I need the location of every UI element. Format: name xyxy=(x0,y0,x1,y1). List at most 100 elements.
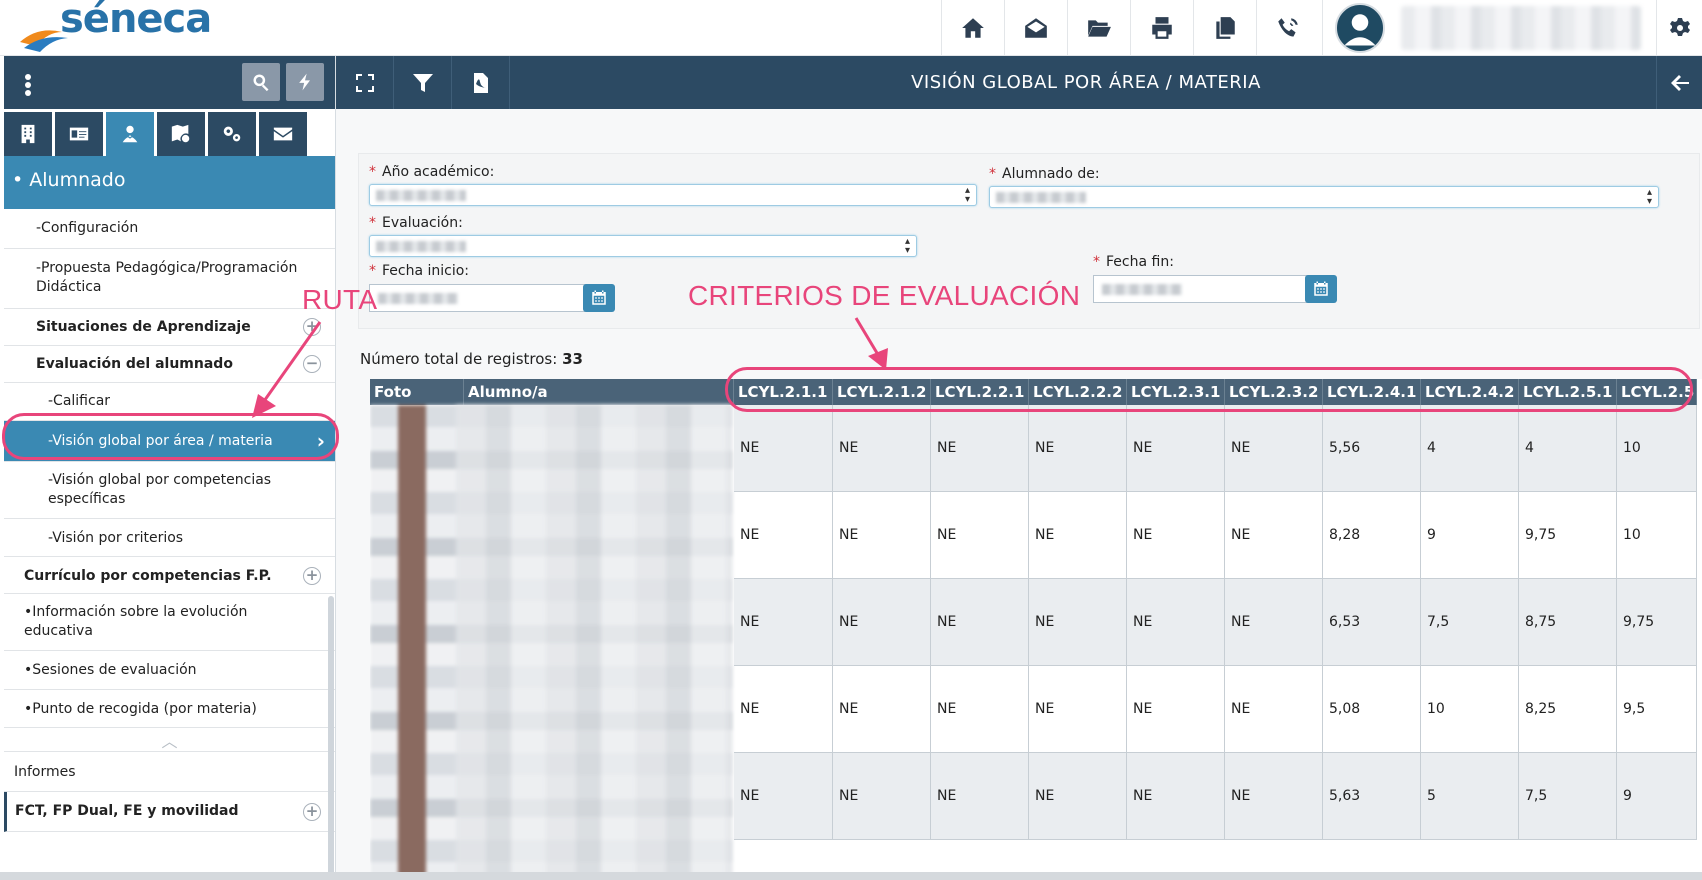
sidebar-item-vision-competencias[interactable]: -Visión global por competencias específi… xyxy=(4,462,335,519)
column-header[interactable]: Alumno/a xyxy=(464,379,734,405)
id-card-icon xyxy=(69,127,89,141)
tab-alumnado[interactable] xyxy=(106,112,154,156)
expand-plus-icon[interactable]: + xyxy=(303,318,321,336)
documents-button[interactable] xyxy=(1067,0,1130,56)
sidebar-scrollbar[interactable] xyxy=(328,596,334,876)
tab-planificacion[interactable] xyxy=(157,112,205,156)
results-table[interactable]: Foto Alumno/a LCYL.2.1.1 LCYL.2.1.2 LCYL.2.2… xyxy=(370,379,1702,880)
criterios-highlight-ring xyxy=(725,367,1693,412)
sidebar-item-curriculo-fp[interactable]: Currículo por competencias F.P. + xyxy=(4,557,335,594)
collapse-up-icon[interactable]: ︿ xyxy=(4,728,335,752)
sidebar-item-vision-criterios[interactable]: -Visión por criterios xyxy=(4,519,335,557)
building-icon xyxy=(21,124,35,144)
anio-academico-label: * Año académico: xyxy=(369,164,495,180)
fecha-inicio-calendar-button[interactable] xyxy=(583,284,615,312)
table-row: NE NE NE NE NE NE 5,63 5 7,5 9 xyxy=(734,753,1697,840)
table-cell: 7,5 xyxy=(1519,753,1617,839)
table-body: NE NE NE NE NE NE 5,56 4 4 10 NE NE NE NE NE NE 8,28 9 9,7… xyxy=(734,405,1697,840)
phone-button[interactable] xyxy=(1256,0,1319,56)
home-button[interactable] xyxy=(941,0,1004,56)
table-cell: NE xyxy=(734,579,833,665)
sidebar-item-sesiones-evaluacion[interactable]: •Sesiones de evaluación xyxy=(4,651,335,690)
expand-plus-icon[interactable]: + xyxy=(303,567,321,585)
sidebar-item-label: -Visión por criterios xyxy=(48,530,184,546)
copy-button[interactable] xyxy=(1193,0,1256,56)
phone-icon xyxy=(1278,18,1298,37)
tab-centro[interactable] xyxy=(4,112,52,156)
sidebar-quick-access-button[interactable] xyxy=(286,63,324,101)
tab-utilidades[interactable] xyxy=(208,112,256,156)
kebab-menu-icon[interactable] xyxy=(22,72,34,96)
table-cell: NE xyxy=(1029,579,1127,665)
sidebar-header xyxy=(4,56,335,109)
table-cell: 7,5 xyxy=(1421,579,1519,665)
table-cell: NE xyxy=(1225,666,1323,752)
app-root: séneca • Alumnado -Configuración -Propue… xyxy=(0,0,1702,880)
input-value-blurred xyxy=(1102,284,1182,295)
gears-icon xyxy=(223,126,241,142)
sidebar-item-propuesta[interactable]: -Propuesta Pedagógica/Programación Didác… xyxy=(4,249,335,309)
column-header[interactable]: Foto xyxy=(370,379,464,405)
seneca-logo[interactable]: séneca xyxy=(18,0,218,54)
fecha-fin-calendar-button[interactable] xyxy=(1305,275,1337,303)
user-profile[interactable] xyxy=(1322,0,1656,56)
sidebar-item-label: -Calificar xyxy=(48,393,111,409)
table-cell: NE xyxy=(1029,753,1127,839)
print-button[interactable] xyxy=(1130,0,1193,56)
collapse-minus-icon[interactable]: − xyxy=(303,355,321,373)
table-cell: 5,56 xyxy=(1323,405,1421,491)
expand-plus-icon[interactable]: + xyxy=(303,803,321,821)
table-cell: NE xyxy=(1225,405,1323,491)
sidebar-item-informacion-evolucion[interactable]: •Información sobre la evolución educativ… xyxy=(4,594,335,651)
fecha-fin-input[interactable] xyxy=(1093,275,1313,303)
select-arrows-icon: ▴ ▾ xyxy=(1646,187,1652,207)
ruta-annotation: RUTA xyxy=(302,284,378,315)
anio-academico-select[interactable]: ▴ ▾ xyxy=(369,184,977,206)
table-cell: NE xyxy=(833,753,931,839)
sidebar-item-punto-recogida[interactable]: •Punto de recogida (por materia) xyxy=(4,690,335,728)
horizontal-scrollbar[interactable] xyxy=(0,872,1702,880)
settings-button[interactable] xyxy=(1656,0,1702,56)
sidebar-item-informes[interactable]: Informes xyxy=(4,752,335,792)
sidebar-search-button[interactable] xyxy=(242,63,280,101)
table-cell: NE xyxy=(734,405,833,491)
messages-button[interactable] xyxy=(1004,0,1067,56)
arrow-left-icon xyxy=(1670,74,1689,91)
tab-personal[interactable] xyxy=(55,112,103,156)
table-cell: 4 xyxy=(1421,405,1519,491)
table-row: NE NE NE NE NE NE 5,56 4 4 10 xyxy=(734,405,1697,492)
table-cell: 9,75 xyxy=(1519,492,1617,578)
table-cell: NE xyxy=(833,492,931,578)
table-cell: 9 xyxy=(1421,492,1519,578)
select-value-blurred xyxy=(376,241,466,252)
table-cell: 10 xyxy=(1421,666,1519,752)
sidebar-item-evaluacion-alumnado[interactable]: Evaluación del alumnado − xyxy=(4,346,335,383)
table-cell: NE xyxy=(734,492,833,578)
back-button[interactable] xyxy=(1656,56,1702,109)
table-cell: 5,08 xyxy=(1323,666,1421,752)
logo-text: séneca xyxy=(60,0,212,42)
fecha-inicio-label: * Fecha inicio: xyxy=(369,263,470,279)
fecha-inicio-input[interactable] xyxy=(369,284,591,312)
table-cell: NE xyxy=(734,666,833,752)
sidebar-item-label: -Configuración xyxy=(36,220,139,236)
map-settings-icon xyxy=(171,124,190,143)
table-cell: NE xyxy=(1225,492,1323,578)
main-toolbar: VISIÓN GLOBAL POR ÁREA / MATERIA xyxy=(336,56,1702,109)
table-cell: NE xyxy=(931,492,1029,578)
sidebar-item-situaciones[interactable]: Situaciones de Aprendizaje + xyxy=(4,309,335,346)
select-value-blurred xyxy=(376,190,466,201)
tab-comunicaciones[interactable] xyxy=(259,112,307,156)
user-name-blurred xyxy=(1401,6,1641,50)
sidebar-item-configuracion[interactable]: -Configuración xyxy=(4,209,335,249)
table-cell: 9,75 xyxy=(1617,579,1697,665)
evaluacion-select[interactable]: ▴ ▾ xyxy=(369,235,917,257)
lightning-icon xyxy=(299,73,310,91)
table-cell: NE xyxy=(931,666,1029,752)
sidebar-item-fct[interactable]: FCT, FP Dual, FE y movilidad + xyxy=(4,792,335,832)
table-cell: NE xyxy=(734,753,833,839)
table-cell: 10 xyxy=(1617,492,1697,578)
alumnado-de-select[interactable]: ▴ ▾ xyxy=(989,186,1659,208)
sidebar-item-label: Informes xyxy=(14,764,76,780)
sidebar-section-alumnado[interactable]: • Alumnado xyxy=(4,156,335,209)
